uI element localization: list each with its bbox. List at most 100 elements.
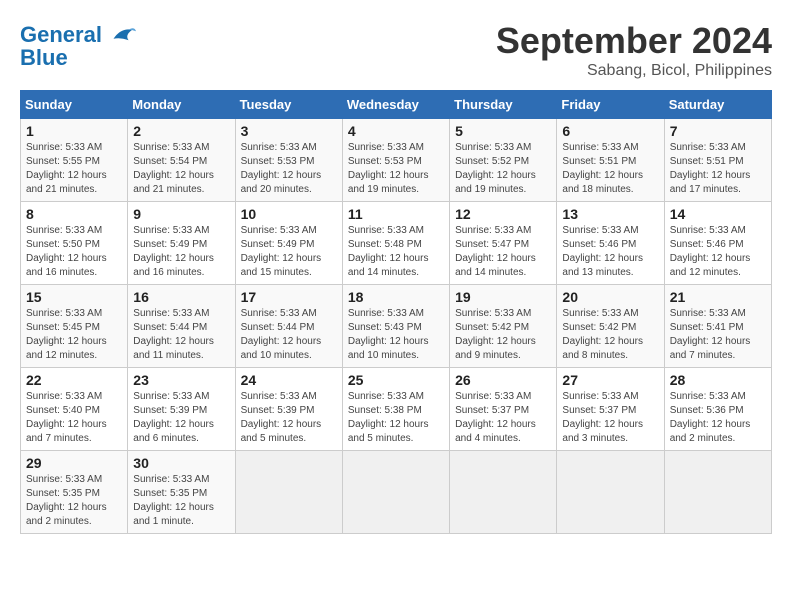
day-info: Sunrise: 5:33 AM Sunset: 5:35 PM Dayligh… — [26, 473, 122, 529]
calendar-week-3: 15 Sunrise: 5:33 AM Sunset: 5:45 PM Dayli… — [21, 285, 772, 368]
calendar-cell: 27 Sunrise: 5:33 AM Sunset: 5:37 PM Dayli… — [557, 368, 664, 451]
calendar-week-4: 22 Sunrise: 5:33 AM Sunset: 5:40 PM Dayli… — [21, 368, 772, 451]
day-number: 21 — [670, 289, 766, 305]
calendar-cell: 2 Sunrise: 5:33 AM Sunset: 5:54 PM Daylig… — [128, 119, 235, 202]
calendar-cell: 19 Sunrise: 5:33 AM Sunset: 5:42 PM Dayli… — [450, 285, 557, 368]
day-number: 27 — [562, 372, 658, 388]
calendar-cell: 21 Sunrise: 5:33 AM Sunset: 5:41 PM Dayli… — [664, 285, 771, 368]
day-number: 15 — [26, 289, 122, 305]
calendar-week-5: 29 Sunrise: 5:33 AM Sunset: 5:35 PM Dayli… — [21, 451, 772, 534]
calendar-cell: 16 Sunrise: 5:33 AM Sunset: 5:44 PM Dayli… — [128, 285, 235, 368]
day-number: 2 — [133, 123, 229, 139]
day-number: 26 — [455, 372, 551, 388]
day-info: Sunrise: 5:33 AM Sunset: 5:49 PM Dayligh… — [241, 224, 337, 280]
calendar-cell: 24 Sunrise: 5:33 AM Sunset: 5:39 PM Dayli… — [235, 368, 342, 451]
day-number: 11 — [348, 206, 444, 222]
page-header: General Blue September 2024 Sabang, Bico… — [20, 20, 772, 80]
calendar-cell: 26 Sunrise: 5:33 AM Sunset: 5:37 PM Dayli… — [450, 368, 557, 451]
day-info: Sunrise: 5:33 AM Sunset: 5:41 PM Dayligh… — [670, 307, 766, 363]
day-info: Sunrise: 5:33 AM Sunset: 5:45 PM Dayligh… — [26, 307, 122, 363]
weekday-header-sunday: Sunday — [21, 91, 128, 119]
calendar-table: SundayMondayTuesdayWednesdayThursdayFrid… — [20, 90, 772, 534]
day-number: 16 — [133, 289, 229, 305]
day-number: 22 — [26, 372, 122, 388]
calendar-cell: 22 Sunrise: 5:33 AM Sunset: 5:40 PM Dayli… — [21, 368, 128, 451]
day-info: Sunrise: 5:33 AM Sunset: 5:37 PM Dayligh… — [562, 390, 658, 446]
day-info: Sunrise: 5:33 AM Sunset: 5:51 PM Dayligh… — [670, 141, 766, 197]
day-number: 25 — [348, 372, 444, 388]
calendar-week-2: 8 Sunrise: 5:33 AM Sunset: 5:50 PM Daylig… — [21, 202, 772, 285]
day-info: Sunrise: 5:33 AM Sunset: 5:48 PM Dayligh… — [348, 224, 444, 280]
day-number: 17 — [241, 289, 337, 305]
day-number: 5 — [455, 123, 551, 139]
calendar-cell: 29 Sunrise: 5:33 AM Sunset: 5:35 PM Dayli… — [21, 451, 128, 534]
day-number: 6 — [562, 123, 658, 139]
calendar-cell — [557, 451, 664, 534]
day-info: Sunrise: 5:33 AM Sunset: 5:44 PM Dayligh… — [241, 307, 337, 363]
day-info: Sunrise: 5:33 AM Sunset: 5:53 PM Dayligh… — [348, 141, 444, 197]
day-info: Sunrise: 5:33 AM Sunset: 5:38 PM Dayligh… — [348, 390, 444, 446]
day-number: 8 — [26, 206, 122, 222]
day-info: Sunrise: 5:33 AM Sunset: 5:49 PM Dayligh… — [133, 224, 229, 280]
day-info: Sunrise: 5:33 AM Sunset: 5:37 PM Dayligh… — [455, 390, 551, 446]
day-info: Sunrise: 5:33 AM Sunset: 5:39 PM Dayligh… — [241, 390, 337, 446]
calendar-cell — [235, 451, 342, 534]
calendar-cell: 13Sunrise: 5:33 AM Sunset: 5:46 PM Dayli… — [557, 202, 664, 285]
calendar-cell: 18 Sunrise: 5:33 AM Sunset: 5:43 PM Dayli… — [342, 285, 449, 368]
logo-general: General — [20, 22, 102, 47]
day-info: Sunrise: 5:33 AM Sunset: 5:44 PM Dayligh… — [133, 307, 229, 363]
day-info: Sunrise: 5:33 AM Sunset: 5:42 PM Dayligh… — [455, 307, 551, 363]
day-number: 18 — [348, 289, 444, 305]
title-block: September 2024 Sabang, Bicol, Philippine… — [496, 20, 772, 80]
day-number: 12 — [455, 206, 551, 222]
weekday-header-tuesday: Tuesday — [235, 91, 342, 119]
calendar-cell — [450, 451, 557, 534]
day-info: Sunrise: 5:33 AM Sunset: 5:39 PM Dayligh… — [133, 390, 229, 446]
day-info: Sunrise: 5:33 AM Sunset: 5:36 PM Dayligh… — [670, 390, 766, 446]
day-number: 28 — [670, 372, 766, 388]
day-number: 20 — [562, 289, 658, 305]
day-number: 24 — [241, 372, 337, 388]
weekday-header-wednesday: Wednesday — [342, 91, 449, 119]
location-title: Sabang, Bicol, Philippines — [496, 62, 772, 80]
weekday-header-thursday: Thursday — [450, 91, 557, 119]
day-info: Sunrise: 5:33 AM Sunset: 5:47 PM Dayligh… — [455, 224, 551, 280]
day-number: 7 — [670, 123, 766, 139]
calendar-cell — [342, 451, 449, 534]
day-info: Sunrise: 5:33 AM Sunset: 5:50 PM Dayligh… — [26, 224, 122, 280]
day-number: 19 — [455, 289, 551, 305]
day-info: Sunrise: 5:33 AM Sunset: 5:40 PM Dayligh… — [26, 390, 122, 446]
day-info: Sunrise: 5:33 AM Sunset: 5:51 PM Dayligh… — [562, 141, 658, 197]
day-number: 23 — [133, 372, 229, 388]
calendar-cell: 23 Sunrise: 5:33 AM Sunset: 5:39 PM Dayli… — [128, 368, 235, 451]
day-number: 10 — [241, 206, 337, 222]
day-number: 3 — [241, 123, 337, 139]
day-info: Sunrise: 5:33 AM Sunset: 5:55 PM Dayligh… — [26, 141, 122, 197]
calendar-cell: 20 Sunrise: 5:33 AM Sunset: 5:42 PM Dayli… — [557, 285, 664, 368]
weekday-header-monday: Monday — [128, 91, 235, 119]
day-info: Sunrise: 5:33 AM Sunset: 5:54 PM Dayligh… — [133, 141, 229, 197]
calendar-cell: 28 Sunrise: 5:33 AM Sunset: 5:36 PM Dayli… — [664, 368, 771, 451]
calendar-cell: 25 Sunrise: 5:33 AM Sunset: 5:38 PM Dayli… — [342, 368, 449, 451]
calendar-cell: 30Sunrise: 5:33 AM Sunset: 5:35 PM Dayli… — [128, 451, 235, 534]
day-info: Sunrise: 5:33 AM Sunset: 5:53 PM Dayligh… — [241, 141, 337, 197]
calendar-cell: 1 Sunrise: 5:33 AM Sunset: 5:55 PM Daylig… — [21, 119, 128, 202]
day-number: 14 — [670, 206, 766, 222]
calendar-week-1: 1 Sunrise: 5:33 AM Sunset: 5:55 PM Daylig… — [21, 119, 772, 202]
month-title: September 2024 — [496, 20, 772, 62]
calendar-cell: 15 Sunrise: 5:33 AM Sunset: 5:45 PM Dayli… — [21, 285, 128, 368]
day-number: 1 — [26, 123, 122, 139]
weekday-header-saturday: Saturday — [664, 91, 771, 119]
day-info: Sunrise: 5:33 AM Sunset: 5:43 PM Dayligh… — [348, 307, 444, 363]
calendar-cell: 3 Sunrise: 5:33 AM Sunset: 5:53 PM Daylig… — [235, 119, 342, 202]
day-info: Sunrise: 5:33 AM Sunset: 5:42 PM Dayligh… — [562, 307, 658, 363]
calendar-cell: 17 Sunrise: 5:33 AM Sunset: 5:44 PM Dayli… — [235, 285, 342, 368]
logo-bird-icon — [106, 20, 136, 50]
calendar-cell: 8 Sunrise: 5:33 AM Sunset: 5:50 PM Daylig… — [21, 202, 128, 285]
calendar-cell: 11 Sunrise: 5:33 AM Sunset: 5:48 PM Dayli… — [342, 202, 449, 285]
calendar-cell: 9Sunrise: 5:33 AM Sunset: 5:49 PM Daylig… — [128, 202, 235, 285]
weekday-header-row: SundayMondayTuesdayWednesdayThursdayFrid… — [21, 91, 772, 119]
day-number: 29 — [26, 455, 122, 471]
calendar-cell — [664, 451, 771, 534]
calendar-cell: 12 Sunrise: 5:33 AM Sunset: 5:47 PM Dayli… — [450, 202, 557, 285]
